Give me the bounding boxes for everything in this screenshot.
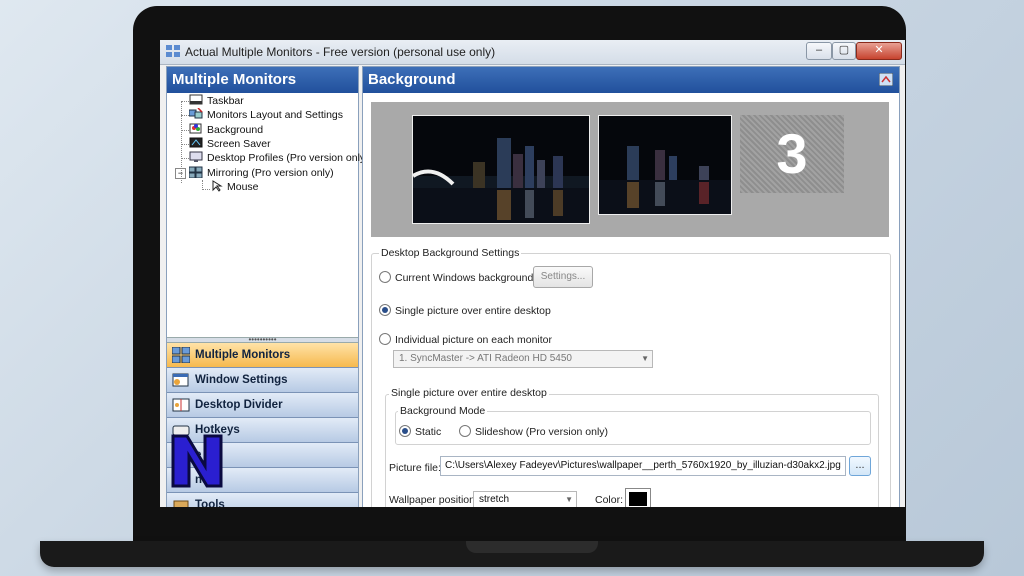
radio-current-background[interactable]: Current Windows background — [379, 271, 533, 285]
monitor-2-preview[interactable] — [598, 115, 732, 215]
radio-individual-picture[interactable]: Individual picture on each monitor — [379, 333, 552, 347]
city-wallpaper-image-2 — [599, 116, 731, 214]
left-panel-header: Multiple Monitors — [167, 67, 358, 93]
nav-multiple-monitors[interactable]: Multiple Monitors — [167, 343, 358, 368]
monitor-preview: 3 — [371, 102, 889, 237]
radio-static-icon[interactable] — [399, 425, 411, 437]
wallpaper-position-label: Wallpaper position: — [389, 494, 478, 506]
radio-single-icon[interactable] — [379, 304, 391, 316]
monitor-select[interactable]: 1. SyncMaster -> ATI Radeon HD 5450 ▼ — [393, 350, 653, 368]
color-swatch — [629, 492, 647, 506]
taskbar-icon — [189, 94, 203, 105]
tree-item-mirroring[interactable]: − Mirroring (Pro version only) — [175, 166, 334, 180]
browse-button[interactable]: ... — [849, 456, 871, 476]
monitor-1-preview[interactable] — [412, 115, 590, 224]
laptop-notch — [466, 541, 598, 553]
tree-item-screen-saver[interactable]: Screen Saver — [189, 137, 271, 151]
mouse-icon — [212, 180, 223, 192]
chevron-down-icon: ▼ — [641, 354, 649, 363]
window-title: Actual Multiple Monitors - Free version … — [185, 45, 496, 59]
mirroring-icon — [189, 166, 203, 178]
color-label: Color: — [595, 494, 624, 506]
tree-item-desktop-profiles[interactable]: Desktop Profiles (Pro version only) — [189, 151, 369, 165]
app-icon — [166, 45, 180, 57]
help-icon[interactable] — [879, 73, 893, 86]
color-picker-button[interactable] — [625, 488, 651, 507]
screen-saver-icon — [189, 137, 203, 148]
wallpaper-position-select[interactable]: stretch ▼ — [473, 491, 577, 507]
right-panel: Background 3 Desktop Background Settings… — [362, 66, 900, 507]
maximize-button[interactable]: ▢ — [832, 42, 856, 60]
nav-window-settings[interactable]: Window Settings — [167, 368, 358, 393]
nav-desktop-divider[interactable]: Desktop Divider — [167, 393, 358, 418]
radio-single-picture[interactable]: Single picture over entire desktop — [379, 304, 551, 318]
radio-static[interactable]: Static — [399, 425, 441, 439]
multiple-monitors-icon — [172, 347, 190, 363]
chevron-down-icon: ▼ — [565, 495, 573, 504]
picture-file-label: Picture file: — [389, 462, 441, 474]
desktop-background-settings-label: Desktop Background Settings — [379, 247, 522, 259]
tree-item-mouse[interactable]: Mouse — [209, 180, 259, 194]
background-mode-label: Background Mode — [398, 405, 488, 417]
minimize-button[interactable]: – — [806, 42, 832, 60]
desktop-divider-icon — [172, 398, 190, 412]
tree-item-monitors-layout[interactable]: Monitors Layout and Settings — [189, 108, 343, 122]
tree-item-taskbar[interactable]: Taskbar — [189, 94, 244, 108]
tree-item-background[interactable]: Background — [189, 123, 263, 137]
tools-icon — [173, 500, 189, 507]
n-logo-icon — [171, 434, 223, 488]
radio-current-icon[interactable] — [379, 271, 391, 283]
right-panel-header: Background — [363, 67, 899, 93]
collapse-toggle-icon[interactable]: − — [175, 168, 186, 179]
nav-tools[interactable]: Tools — [167, 493, 358, 507]
radio-individual-icon[interactable] — [379, 333, 391, 345]
radio-slideshow-icon[interactable] — [459, 425, 471, 437]
picture-file-input[interactable]: C:\Users\Alexey Fadeyev\Pictures\wallpap… — [440, 456, 846, 476]
desktop-profiles-icon — [189, 151, 203, 162]
monitor-3-preview[interactable]: 3 — [740, 115, 844, 193]
background-icon — [189, 123, 202, 134]
radio-slideshow[interactable]: Slideshow (Pro version only) — [459, 425, 608, 439]
single-picture-label: Single picture over entire desktop — [389, 387, 549, 399]
settings-tree: Taskbar Monitors Layout and Settings Bac… — [167, 93, 369, 337]
close-button[interactable]: ✕ — [856, 42, 902, 60]
title-bar: Actual Multiple Monitors - Free version … — [160, 40, 905, 65]
settings-button[interactable]: Settings... — [533, 266, 593, 288]
app-window: Actual Multiple Monitors - Free version … — [160, 40, 905, 507]
monitors-layout-icon — [189, 108, 203, 119]
city-wallpaper-image-1 — [413, 116, 589, 223]
window-settings-icon — [172, 373, 189, 387]
